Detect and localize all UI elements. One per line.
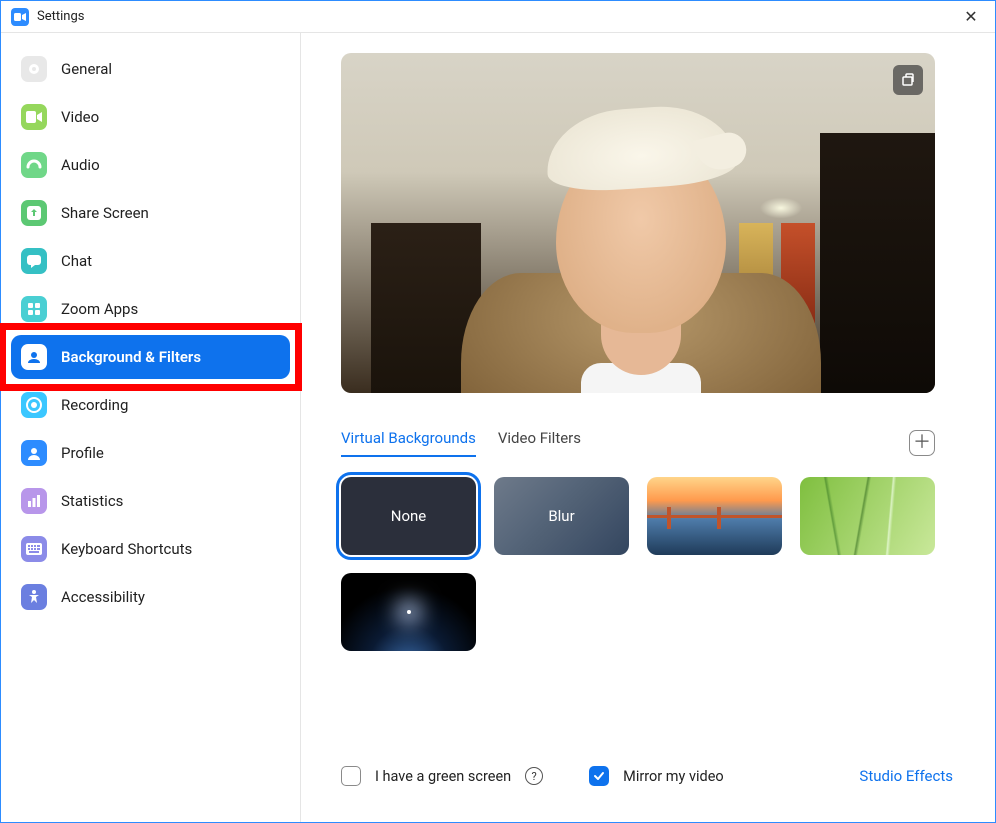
- access-icon: [21, 584, 47, 610]
- rotate-camera-button[interactable]: [893, 65, 923, 95]
- background-option-grass[interactable]: [800, 477, 935, 555]
- sidebar-item-background-filters[interactable]: Background & Filters: [11, 335, 290, 379]
- bgf-icon: [21, 344, 47, 370]
- sidebar-item-label: Audio: [61, 156, 100, 174]
- tab-video-filters[interactable]: Video Filters: [498, 429, 581, 457]
- sidebar-item-label: Chat: [61, 252, 92, 270]
- sidebar-item-zoom-apps[interactable]: Zoom Apps: [11, 287, 290, 331]
- video-preview: [341, 53, 935, 393]
- audio-icon: [21, 152, 47, 178]
- sidebar-item-label: Share Screen: [61, 204, 149, 222]
- sidebar-item-recording[interactable]: Recording: [11, 383, 290, 427]
- add-background-button[interactable]: ＋: [909, 430, 935, 456]
- window-title: Settings: [37, 9, 84, 24]
- sidebar-item-label: Zoom Apps: [61, 300, 138, 318]
- video-icon: [21, 104, 47, 130]
- background-option-earth[interactable]: [341, 573, 476, 651]
- background-options: None Blur: [341, 477, 953, 651]
- sidebar-item-label: General: [61, 60, 112, 78]
- sidebar-item-keyboard-shortcuts[interactable]: Keyboard Shortcuts: [11, 527, 290, 571]
- sidebar-item-label: Video: [61, 108, 99, 126]
- background-option-none[interactable]: None: [341, 477, 476, 555]
- tab-virtual-backgrounds[interactable]: Virtual Backgrounds: [341, 429, 476, 457]
- mirror-video-checkbox[interactable]: [589, 766, 609, 786]
- rec-icon: [21, 392, 47, 418]
- sidebar-item-statistics[interactable]: Statistics: [11, 479, 290, 523]
- help-icon[interactable]: ?: [525, 767, 543, 785]
- sidebar-item-label: Profile: [61, 444, 104, 462]
- green-screen-checkbox[interactable]: [341, 766, 361, 786]
- tabs: Virtual Backgrounds Video Filters: [341, 429, 581, 457]
- profile-icon: [21, 440, 47, 466]
- sidebar-item-chat[interactable]: Chat: [11, 239, 290, 283]
- main-panel: Virtual Backgrounds Video Filters ＋ None B…: [301, 33, 995, 822]
- studio-effects-link[interactable]: Studio Effects: [859, 767, 953, 785]
- background-option-label: None: [391, 507, 427, 525]
- sidebar-item-general[interactable]: General: [11, 47, 290, 91]
- apps-icon: [21, 296, 47, 322]
- gear-icon: [21, 56, 47, 82]
- background-option-bridge[interactable]: [647, 477, 782, 555]
- sidebar-item-label: Background & Filters: [61, 348, 201, 366]
- background-option-blur[interactable]: Blur: [494, 477, 629, 555]
- background-option-label: Blur: [548, 507, 574, 525]
- sidebar-item-label: Statistics: [61, 492, 123, 510]
- mirror-video-label: Mirror my video: [623, 768, 724, 785]
- sidebar-item-label: Recording: [61, 396, 128, 414]
- sidebar: General Video Audio Share Screen Chat Zoom Ap…: [1, 33, 301, 822]
- green-screen-label: I have a green screen: [375, 768, 511, 785]
- sidebar-item-video[interactable]: Video: [11, 95, 290, 139]
- share-icon: [21, 200, 47, 226]
- titlebar: Settings ✕: [1, 1, 995, 33]
- chat-icon: [21, 248, 47, 274]
- sidebar-item-audio[interactable]: Audio: [11, 143, 290, 187]
- stats-icon: [21, 488, 47, 514]
- sidebar-item-label: Keyboard Shortcuts: [61, 540, 192, 558]
- close-button[interactable]: ✕: [957, 7, 985, 26]
- sidebar-item-share-screen[interactable]: Share Screen: [11, 191, 290, 235]
- app-logo-icon: [11, 8, 29, 26]
- sidebar-item-accessibility[interactable]: Accessibility: [11, 575, 290, 619]
- sidebar-item-profile[interactable]: Profile: [11, 431, 290, 475]
- sidebar-item-label: Accessibility: [61, 588, 145, 606]
- kbd-icon: [21, 536, 47, 562]
